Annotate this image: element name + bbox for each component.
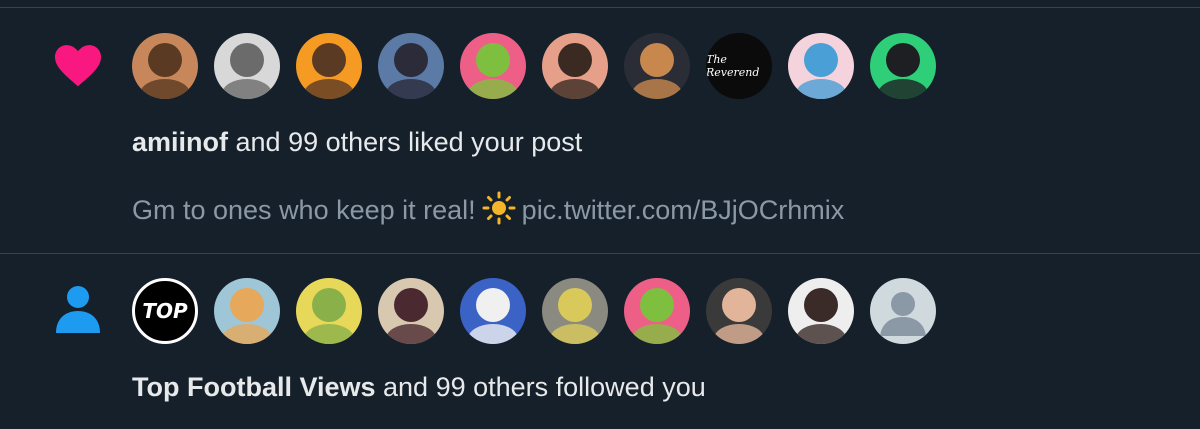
avatar-figure bbox=[640, 43, 674, 77]
avatar-19[interactable] bbox=[788, 278, 854, 344]
avatar-body bbox=[796, 324, 846, 344]
avatar-figure bbox=[558, 43, 592, 77]
avatar-text: The Reverend bbox=[706, 53, 760, 79]
post-preview-text: Gm to ones who keep it real! bbox=[132, 195, 476, 226]
person-icon bbox=[55, 285, 101, 338]
avatar-figure bbox=[558, 288, 592, 322]
avatar-body bbox=[550, 79, 600, 99]
avatar-body bbox=[550, 324, 600, 344]
avatar-figure bbox=[312, 288, 346, 322]
avatar-figure bbox=[804, 43, 838, 77]
actor-name[interactable]: amiinof bbox=[132, 127, 228, 157]
sun-emoji-icon bbox=[482, 191, 516, 233]
likes-headline: amiinof and 99 others liked your post bbox=[132, 125, 582, 159]
avatar-15[interactable] bbox=[460, 278, 526, 344]
avatar-4[interactable] bbox=[378, 33, 444, 99]
avatar-body bbox=[140, 79, 190, 99]
avatar-figure bbox=[886, 43, 920, 77]
avatar-body bbox=[796, 79, 846, 99]
followers-avatars: TOP bbox=[132, 278, 952, 344]
follows-headline: Top Football Views and 99 others followe… bbox=[132, 370, 706, 404]
avatar-top[interactable]: TOP bbox=[132, 278, 198, 344]
avatar-body bbox=[878, 79, 928, 99]
avatar-body bbox=[632, 324, 682, 344]
avatar-1[interactable] bbox=[132, 33, 198, 99]
post-link[interactable]: pic.twitter.com/BJjOCrhmix bbox=[522, 195, 845, 225]
avatar-figure bbox=[312, 43, 346, 77]
avatar-8[interactable]: The Reverend bbox=[706, 33, 772, 99]
avatar-2[interactable] bbox=[214, 33, 280, 99]
avatar-body bbox=[468, 79, 518, 99]
avatar-figure bbox=[230, 288, 264, 322]
avatar-body bbox=[304, 79, 354, 99]
avatar-3[interactable] bbox=[296, 33, 362, 99]
avatar-text: TOP bbox=[142, 299, 188, 323]
avatar-default[interactable] bbox=[870, 278, 936, 344]
avatar-figure bbox=[476, 43, 510, 77]
avatar-body bbox=[386, 324, 436, 344]
actor-name[interactable]: Top Football Views bbox=[132, 372, 376, 402]
likes-message: and 99 others liked your post bbox=[228, 127, 583, 157]
avatar-6[interactable] bbox=[542, 33, 608, 99]
notification-likes[interactable]: The Reverend amiinof and 99 others liked… bbox=[0, 8, 1200, 253]
avatar-10[interactable] bbox=[870, 33, 936, 99]
post-preview[interactable]: Gm to ones who keep it real! pic.twitter… bbox=[132, 191, 844, 233]
avatar-body bbox=[632, 79, 682, 99]
notification-follows[interactable]: TOP Top Football Views and 99 others fol… bbox=[0, 254, 1200, 429]
avatar-figure bbox=[722, 288, 756, 322]
avatar-body bbox=[222, 79, 272, 99]
avatar-figure bbox=[394, 288, 428, 322]
avatar-body bbox=[468, 324, 518, 344]
avatar-figure bbox=[804, 288, 838, 322]
avatar-figure bbox=[148, 43, 182, 77]
avatar-figure bbox=[476, 288, 510, 322]
avatar-body bbox=[304, 324, 354, 344]
avatar-16[interactable] bbox=[542, 278, 608, 344]
avatar-7[interactable] bbox=[624, 33, 690, 99]
likers-avatars: The Reverend bbox=[132, 33, 952, 99]
avatar-body bbox=[386, 79, 436, 99]
avatar-body bbox=[714, 324, 764, 344]
avatar-17[interactable] bbox=[624, 278, 690, 344]
avatar-9[interactable] bbox=[788, 33, 854, 99]
avatar-figure bbox=[394, 43, 428, 77]
follows-message: and 99 others followed you bbox=[375, 372, 706, 402]
avatar-18[interactable] bbox=[706, 278, 772, 344]
avatar-5[interactable] bbox=[460, 33, 526, 99]
avatar-body bbox=[222, 324, 272, 344]
avatar-figure bbox=[230, 43, 264, 77]
avatar-14[interactable] bbox=[378, 278, 444, 344]
avatar-figure bbox=[640, 288, 674, 322]
heart-icon bbox=[52, 42, 104, 93]
avatar-13[interactable] bbox=[296, 278, 362, 344]
avatar-12[interactable] bbox=[214, 278, 280, 344]
